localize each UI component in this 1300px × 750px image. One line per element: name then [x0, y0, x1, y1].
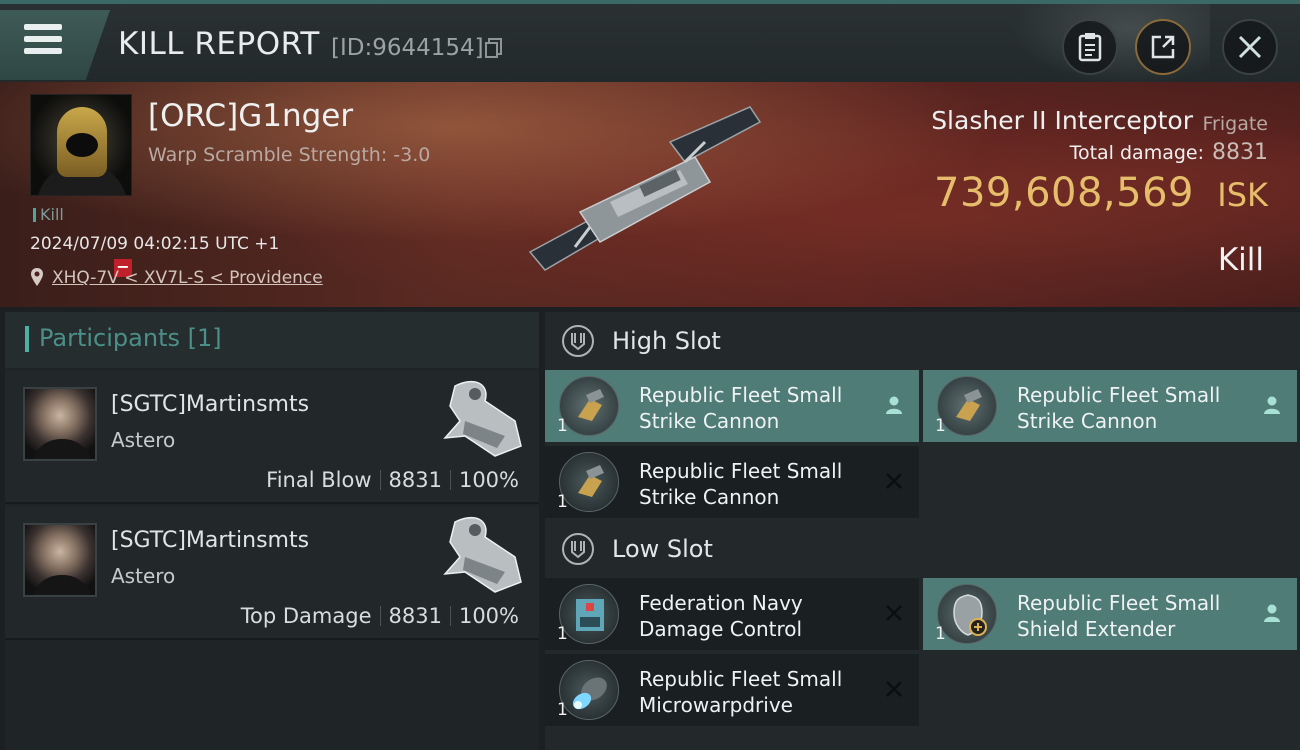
victim-avatar[interactable]	[30, 94, 132, 196]
victim-ship-image	[528, 106, 762, 271]
victim-ship-name[interactable]: Slasher II Interceptor	[931, 106, 1193, 135]
victim-banner: − [ORC]G1nger Warp Scramble Strength: -3…	[0, 82, 1300, 307]
close-icon	[1238, 35, 1262, 59]
module-name: Republic Fleet Small Shield Extender	[1017, 591, 1221, 641]
module-quantity: 1	[935, 624, 946, 644]
fitted-person-icon	[1264, 396, 1280, 414]
module-name: Federation Navy Damage Control	[639, 591, 803, 641]
participant-ship-image	[443, 380, 522, 457]
warp-scramble-strength: Warp Scramble Strength: -3.0	[148, 144, 431, 166]
participant-avatar	[23, 523, 97, 597]
module-name: Republic Fleet Small Strike Cannon	[1017, 383, 1221, 433]
cannon-icon	[559, 452, 619, 512]
module-name: Republic Fleet Small Strike Cannon	[639, 383, 843, 433]
high-slot-icon	[562, 325, 594, 357]
low-slot-label: Low Slot	[612, 535, 713, 563]
total-damage-label: Total damage:	[1069, 142, 1204, 164]
page-title: KILL REPORT	[118, 26, 320, 62]
participants-heading: Participants [1]	[39, 324, 222, 352]
module-quantity: 1	[557, 700, 568, 720]
share-button[interactable]	[1135, 19, 1191, 75]
high-slot-label: High Slot	[612, 327, 721, 355]
participant-damage: 8831	[388, 468, 442, 492]
participant-name: [SGTC]Martinsmts	[111, 528, 310, 553]
participant-role: Top Damage	[240, 604, 372, 628]
share-icon	[1151, 35, 1175, 59]
cannon-icon	[937, 376, 997, 436]
result-label: Kill	[1217, 242, 1264, 278]
module-quantity: 1	[557, 492, 568, 512]
cannon-icon	[559, 376, 619, 436]
isk-value: 739,608,569	[934, 170, 1194, 216]
module-low-1[interactable]: 1 Federation Navy Damage Control	[545, 578, 919, 650]
module-quantity: 1	[935, 416, 946, 436]
module-low-2[interactable]: 1 Republic Fleet Small Shield Extender	[923, 578, 1297, 650]
module-name: Republic Fleet Small Microwarpdrive	[639, 667, 843, 717]
participants-panel: Participants [1] [SGTC]Martinsmts Astero…	[5, 312, 539, 750]
fitting-panel: High Slot 1 Republic Fleet Small Strike C…	[545, 312, 1300, 750]
location-pin-icon	[31, 268, 43, 286]
total-damage-value: 8831	[1212, 140, 1268, 165]
microwarpdrive-icon	[559, 660, 619, 720]
kill-timestamp: 2024/07/09 04:02:15 UTC +1	[30, 234, 280, 254]
module-high-3[interactable]: 1 Republic Fleet Small Strike Cannon	[545, 446, 919, 518]
copy-icon[interactable]	[485, 38, 503, 58]
module-name: Republic Fleet Small Strike Cannon	[639, 459, 843, 509]
participant-stats: Top Damage 8831 100%	[233, 604, 527, 628]
participant-ship: Astero	[111, 428, 176, 452]
participants-header[interactable]: Participants [1]	[5, 312, 539, 368]
top-bar: KILL REPORT [ID:9644154]	[0, 0, 1300, 86]
participant-name: [SGTC]Martinsmts	[111, 392, 310, 417]
participant-row[interactable]: [SGTC]Martinsmts Astero Final Blow 8831 …	[5, 370, 539, 504]
low-slot-header: Low Slot	[545, 522, 1300, 578]
participant-percent: 100%	[458, 604, 519, 628]
module-quantity: 1	[557, 624, 568, 644]
kill-tag: Kill	[33, 205, 64, 224]
module-high-2[interactable]: 1 Republic Fleet Small Strike Cannon	[923, 370, 1297, 442]
high-slot-header: High Slot	[545, 314, 1300, 370]
shield-extender-icon	[937, 584, 997, 644]
participant-damage: 8831	[388, 604, 442, 628]
participant-ship: Astero	[111, 564, 176, 588]
isk-label: ISK	[1217, 176, 1268, 214]
module-quantity: 1	[557, 416, 568, 436]
clipboard-button[interactable]	[1062, 19, 1118, 75]
destroyed-x-icon	[886, 681, 902, 697]
clipboard-icon	[1078, 33, 1102, 62]
participant-avatar	[23, 387, 97, 461]
destroyed-x-icon	[886, 473, 902, 489]
fitted-person-icon	[886, 396, 902, 414]
victim-name[interactable]: [ORC]G1nger	[148, 98, 353, 134]
report-id: [ID:9644154]	[331, 35, 484, 61]
participant-row[interactable]: [SGTC]Martinsmts Astero Top Damage 8831 …	[5, 506, 539, 640]
module-high-1[interactable]: 1 Republic Fleet Small Strike Cannon	[545, 370, 919, 442]
module-low-3[interactable]: 1 Republic Fleet Small Microwarpdrive	[545, 654, 919, 726]
low-slot-icon	[562, 533, 594, 565]
close-button[interactable]	[1222, 19, 1278, 75]
menu-icon[interactable]	[24, 24, 62, 56]
destroyed-x-icon	[886, 605, 902, 621]
fitted-person-icon	[1264, 604, 1280, 622]
participant-ship-image	[443, 516, 522, 593]
victim-ship-class: Frigate	[1202, 113, 1268, 135]
participant-role: Final Blow	[266, 468, 372, 492]
participant-stats: Final Blow 8831 100%	[258, 468, 527, 492]
location-link[interactable]: XHQ-7V < XV7L-S < Providence	[52, 268, 323, 288]
participant-percent: 100%	[458, 468, 519, 492]
damage-control-icon	[559, 584, 619, 644]
